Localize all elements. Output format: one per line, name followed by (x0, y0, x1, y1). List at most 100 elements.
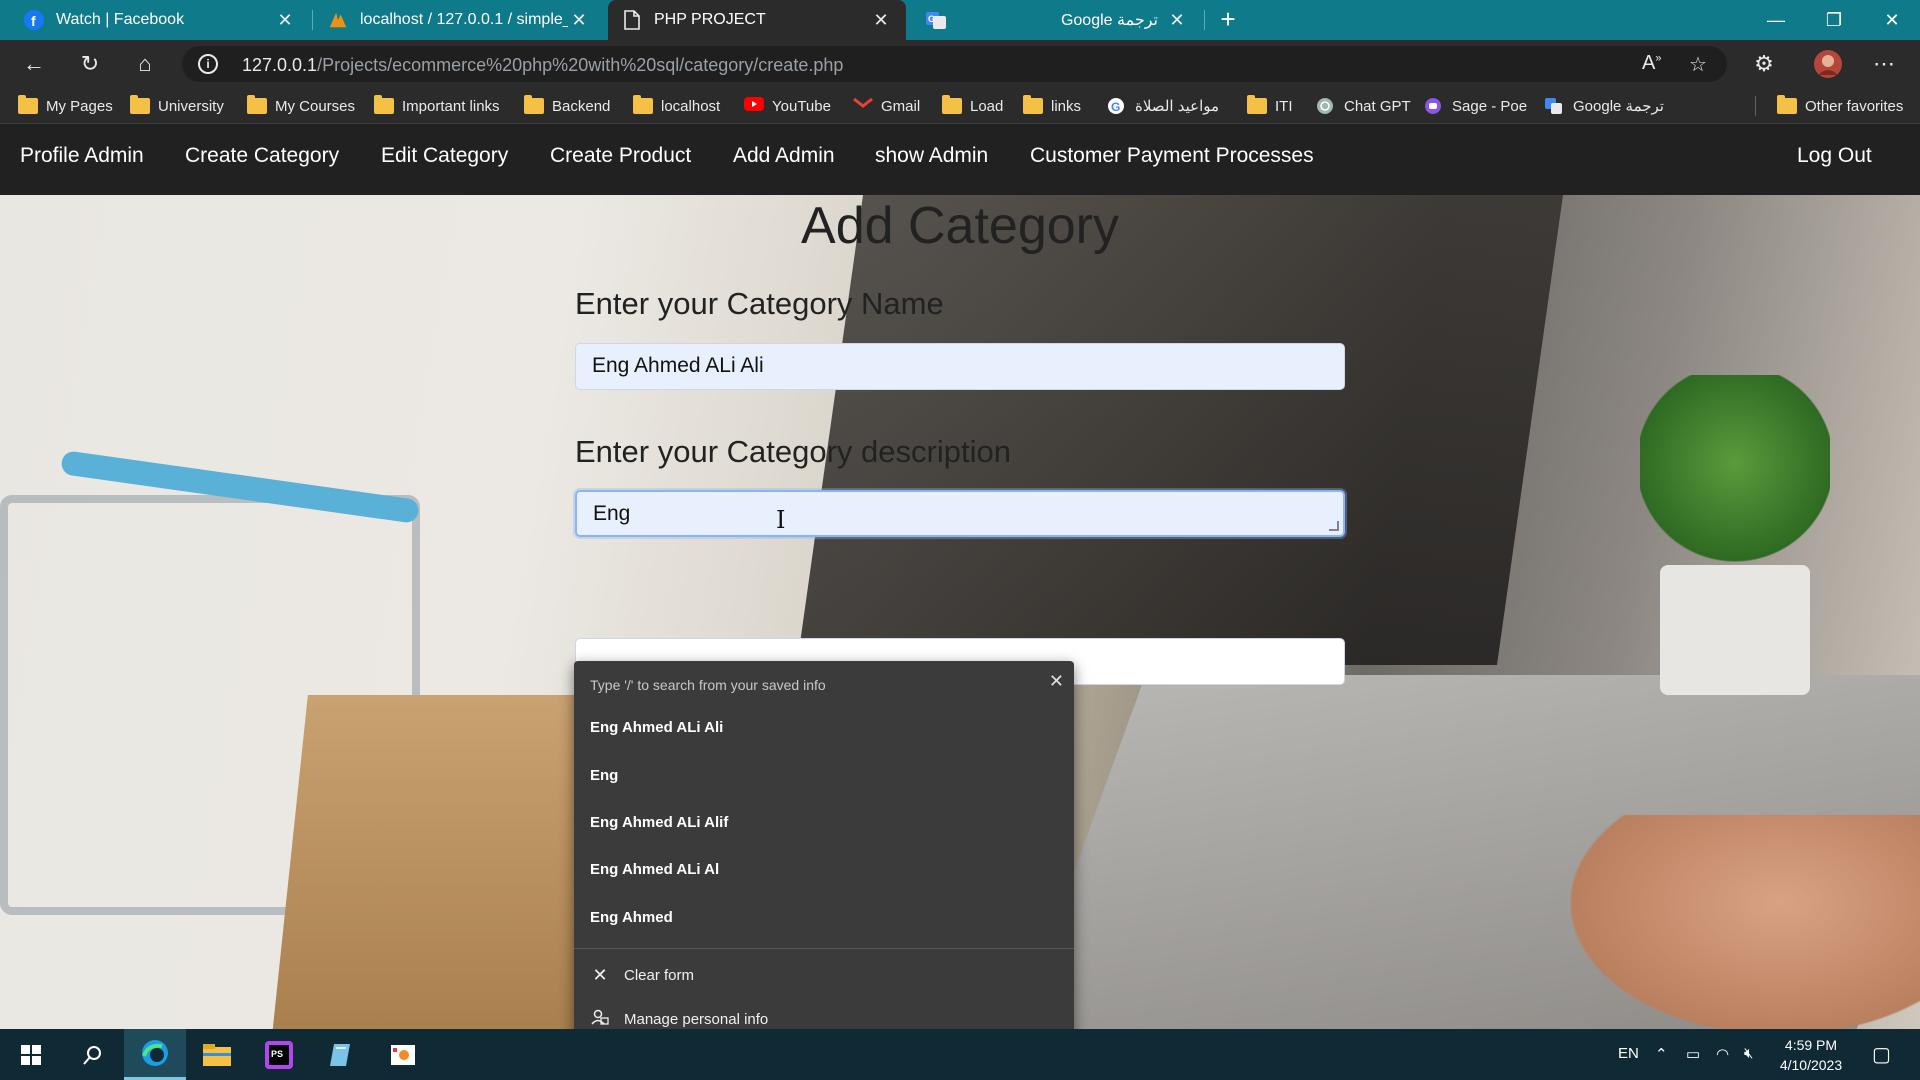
autofill-suggestion[interactable]: Eng Ahmed ALi Alif (590, 814, 728, 831)
clock-date: 4/10/2023 (1779, 1057, 1843, 1073)
add-favorite-icon[interactable]: ☆ (1689, 52, 1707, 77)
read-aloud-icon[interactable]: A» (1642, 52, 1661, 75)
bookmark-label: ITI (1275, 97, 1293, 115)
google-translate-icon (1545, 97, 1565, 115)
refresh-icon[interactable]: ↻ (72, 48, 108, 80)
nav-add-admin[interactable]: Add Admin (733, 144, 835, 168)
search-icon[interactable] (62, 1029, 124, 1080)
clear-icon: ✕ (592, 965, 608, 985)
bookmark-gmail[interactable]: Gmail (853, 94, 920, 118)
new-tab-button[interactable]: + (1212, 4, 1244, 36)
autofill-suggestion[interactable]: Eng (590, 767, 618, 784)
taskbar: PS EN ⌃ ▭ ◠ 🔇︎ 4:59 PM 4/10/2023 ▢ (0, 1029, 1920, 1080)
notepad-icon[interactable] (310, 1029, 372, 1080)
bookmark-backend[interactable]: Backend (524, 94, 610, 118)
bookmark-iti[interactable]: ITI (1247, 94, 1293, 118)
restore-icon[interactable]: ❐ (1806, 0, 1862, 40)
profile-avatar[interactable] (1810, 48, 1846, 80)
minimize-icon[interactable]: — (1748, 0, 1804, 40)
home-icon[interactable]: ⌂ (127, 48, 163, 80)
nav-create-category[interactable]: Create Category (185, 144, 339, 168)
close-icon[interactable]: ✕ (274, 10, 296, 31)
tab-phpmyadmin[interactable]: localhost / 127.0.0.1 / simple_ecc ✕ (314, 0, 604, 40)
clear-form-label: Clear form (624, 967, 695, 984)
bookmark-load[interactable]: Load (942, 94, 1003, 118)
close-icon[interactable]: ✕ (1166, 10, 1188, 31)
more-options-icon[interactable]: ⋯ (1866, 48, 1902, 80)
bookmark-youtube[interactable]: YouTube (744, 94, 831, 118)
nav-show-admin[interactable]: show Admin (875, 144, 988, 168)
clock[interactable]: 4:59 PM 4/10/2023 (1766, 1035, 1856, 1075)
resize-handle[interactable] (1329, 521, 1339, 531)
volume-muted-icon[interactable]: 🔇︎ (1744, 1045, 1753, 1062)
tab-google-translate[interactable]: G Google ترجمة ✕ (912, 0, 1202, 40)
autofill-dropdown: Type '/' to search from your saved info … (574, 661, 1074, 1029)
edge-icon[interactable] (124, 1029, 186, 1080)
notifications-icon[interactable]: ▢ (1872, 1042, 1891, 1067)
folder-icon (1777, 95, 1797, 114)
bookmark-my-courses[interactable]: My Courses (247, 94, 355, 118)
bookmark-sage-poe[interactable]: Sage - Poe (1424, 94, 1527, 118)
phpstorm-icon[interactable]: PS (248, 1029, 310, 1080)
person-card-icon (590, 1008, 610, 1029)
nav-profile-admin[interactable]: Profile Admin (20, 144, 144, 168)
clear-form-button[interactable]: ✕ Clear form (590, 965, 694, 986)
tab-strip: f Watch | Facebook ✕ localhost / 127.0.0… (0, 0, 1920, 40)
bookmark-chat-gpt[interactable]: Chat GPT (1316, 94, 1411, 118)
paint-icon[interactable] (372, 1029, 434, 1080)
wifi-icon[interactable]: ◠ (1716, 1045, 1729, 1063)
info-icon[interactable]: i (198, 54, 218, 74)
tab-facebook[interactable]: f Watch | Facebook ✕ (10, 0, 310, 40)
back-icon[interactable]: ← (16, 48, 52, 80)
close-icon[interactable]: ✕ (1049, 671, 1064, 692)
bookmark-links[interactable]: links (1023, 94, 1081, 118)
language-indicator[interactable]: EN (1618, 1045, 1639, 1062)
address-bar[interactable]: i 127.0.0.1/Projects/ecommerce%20php%20w… (182, 46, 1727, 82)
autofill-suggestion[interactable]: Eng Ahmed ALi Al (590, 861, 719, 878)
bookmark-label: Sage - Poe (1452, 97, 1528, 115)
tab-php-project[interactable]: PHP PROJECT ✕ (608, 0, 906, 40)
bookmark-my-pages[interactable]: My Pages (18, 94, 113, 118)
page-icon (622, 10, 642, 30)
bookmark-important-links[interactable]: Important links (374, 94, 500, 118)
nav-customer-payment-processes[interactable]: Customer Payment Processes (1030, 144, 1314, 168)
folder-icon (374, 95, 394, 114)
close-window-icon[interactable]: ✕ (1864, 0, 1920, 40)
bookmarks-separator (1755, 96, 1756, 116)
chatgpt-icon (1316, 97, 1336, 115)
divider (574, 948, 1074, 949)
bookmark-google[interactable]: Google ترجمة (1545, 94, 1664, 118)
autofill-hint: Type '/' to search from your saved info (590, 677, 826, 693)
poe-icon (1424, 97, 1444, 115)
chevron-up-icon[interactable]: ⌃ (1655, 1045, 1668, 1063)
bookmark-university[interactable]: University (130, 94, 224, 118)
windows-start-icon[interactable] (0, 1029, 62, 1080)
category-description-input[interactable]: Eng (575, 490, 1345, 537)
folder-icon (524, 95, 544, 114)
bookmark-label: localhost (661, 97, 721, 115)
category-name-input[interactable]: Eng Ahmed ALi Ali (575, 343, 1345, 390)
other-favorites[interactable]: Other favorites (1777, 94, 1903, 118)
autofill-suggestion[interactable]: Eng Ahmed ALi Ali (590, 719, 723, 736)
bookmark-localhost[interactable]: localhost (633, 94, 720, 118)
close-icon[interactable]: ✕ (870, 10, 892, 31)
phpmyadmin-icon (328, 10, 348, 30)
bookmark-[interactable]: G مواعيد الصلاة (1107, 94, 1219, 118)
file-explorer-icon[interactable] (186, 1029, 248, 1080)
tab-separator (1204, 10, 1205, 30)
folder-icon (18, 95, 38, 114)
logout-link[interactable]: Log Out (1797, 144, 1872, 168)
nav-edit-category[interactable]: Edit Category (381, 144, 508, 168)
bookmark-label: Gmail (881, 97, 921, 115)
page-title: Add Category (801, 197, 1119, 255)
manage-personal-info-button[interactable]: Manage personal info (590, 1008, 768, 1029)
battery-icon[interactable]: ▭ (1686, 1045, 1700, 1063)
manage-personal-info-label: Manage personal info (624, 1011, 769, 1028)
nav-create-product[interactable]: Create Product (550, 144, 691, 168)
folder-icon (1247, 95, 1267, 114)
extensions-icon[interactable]: ⚙ (1746, 48, 1782, 80)
autofill-suggestion[interactable]: Eng Ahmed (590, 909, 673, 926)
close-icon[interactable]: ✕ (568, 10, 590, 31)
bookmark-label: University (158, 97, 224, 115)
description-value: Eng (593, 502, 631, 525)
